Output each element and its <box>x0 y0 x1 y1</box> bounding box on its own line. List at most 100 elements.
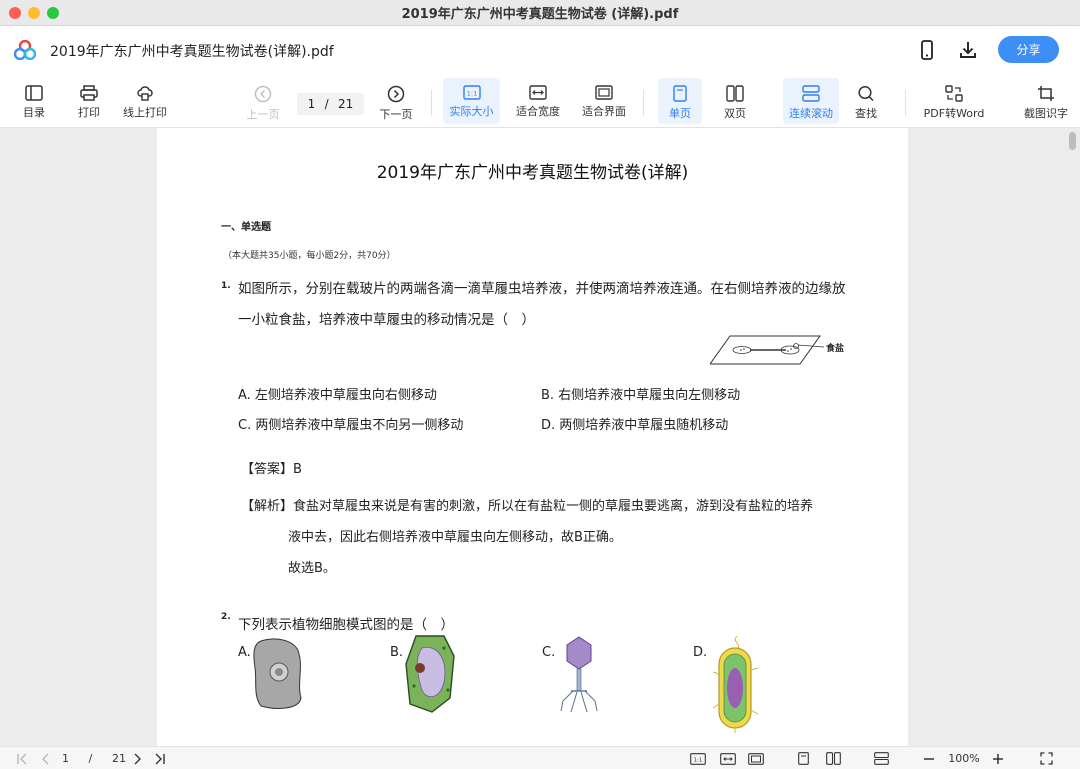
next-page-label: 下一页 <box>379 108 413 121</box>
question-2-text: 下列表示植物细胞模式图的是（ ） <box>238 617 454 633</box>
online-print-label: 线上打印 <box>123 106 167 119</box>
answer-value: B <box>293 462 302 477</box>
fit-window-icon <box>595 85 613 100</box>
last-page-icon <box>155 753 165 764</box>
next-page-small-button[interactable] <box>129 751 145 766</box>
convert-icon <box>945 85 963 102</box>
crop-icon <box>1038 86 1054 101</box>
actual-size-icon: 1:1 <box>690 752 706 765</box>
screenshot-ocr-button[interactable]: 截图识字 <box>1018 78 1074 124</box>
print-label: 打印 <box>78 106 100 119</box>
q2-label-d: D. <box>693 645 708 660</box>
zoom-window-button[interactable] <box>47 7 59 19</box>
single-page-icon <box>797 752 809 765</box>
fit-width-button[interactable]: 适合宽度 <box>512 78 564 124</box>
current-page: 1 <box>307 97 316 111</box>
option-c: C. 两侧培养液中草履虫不向另一侧移动 <box>238 418 464 433</box>
prev-page-label: 上一页 <box>246 108 280 121</box>
analysis-line-3: 故选B。 <box>288 561 336 576</box>
download-icon[interactable] <box>958 40 978 60</box>
minimize-window-button[interactable] <box>28 7 40 19</box>
fit-window-button[interactable]: 适合界面 <box>578 78 630 124</box>
double-page-button[interactable]: 双页 <box>714 78 756 124</box>
toc-button[interactable]: 目录 <box>14 78 54 124</box>
q2-label-a: A. <box>238 645 251 660</box>
prev-page-button[interactable]: 上一页 <box>243 78 283 124</box>
single-page-button[interactable]: 单页 <box>658 78 702 124</box>
status-double-page-button[interactable] <box>824 751 842 766</box>
single-page-icon <box>673 85 687 102</box>
actual-size-label: 实际大小 <box>449 105 494 118</box>
answer-tag: 【答案】 <box>241 462 294 477</box>
actual-size-button[interactable]: 1:1 实际大小 <box>443 78 500 124</box>
status-current-page: 1 <box>62 752 69 765</box>
status-single-page-button[interactable] <box>795 751 811 766</box>
plus-icon <box>993 753 1003 764</box>
printer-icon <box>80 85 98 101</box>
page-separator: / <box>324 97 329 111</box>
status-actual-size-button[interactable]: 1:1 <box>689 751 707 766</box>
status-bar: 1 / 21 1:1 100% <box>0 746 1080 769</box>
zoom-in-button[interactable] <box>990 751 1006 766</box>
continuous-scroll-label: 连续滚动 <box>789 107 833 120</box>
svg-text:1:1: 1:1 <box>694 757 703 763</box>
online-print-button[interactable]: 线上打印 <box>118 78 172 124</box>
pdf-page: 2019年广东广州中考真题生物试卷(详解) 一、单选题 （本大题共35小题，每小… <box>157 128 908 746</box>
toolbar-divider <box>905 90 906 116</box>
salt-label: 食盐 <box>826 344 845 354</box>
chevron-left-icon <box>42 753 49 764</box>
prev-page-small-button[interactable] <box>38 751 54 766</box>
search-icon <box>858 85 874 102</box>
page-number-input[interactable]: 1 / 21 <box>297 93 364 115</box>
fit-width-icon <box>529 85 547 100</box>
toc-label: 目录 <box>23 106 45 119</box>
app-header: 2019年广东广州中考真题生物试卷(详解).pdf 分享 <box>0 26 1080 74</box>
q2-label-b: B. <box>390 645 404 660</box>
continuous-scroll-button[interactable]: 连续滚动 <box>783 78 839 124</box>
question-number: 2. <box>221 612 231 622</box>
option-d: D. 两侧培养液中草履虫随机移动 <box>541 418 729 433</box>
zoom-level[interactable]: 100% <box>944 751 984 766</box>
document-name: 2019年广东广州中考真题生物试卷(详解).pdf <box>50 44 334 60</box>
svg-text:1:1: 1:1 <box>466 89 476 97</box>
search-button[interactable]: 查找 <box>846 78 886 124</box>
status-fit-window-button[interactable] <box>747 751 765 766</box>
window-titlebar: 2019年广东广州中考真题生物试卷 (详解).pdf <box>0 0 1080 26</box>
plant-cell-image <box>405 635 455 713</box>
zoom-out-button[interactable] <box>921 751 937 766</box>
window-controls <box>9 7 59 19</box>
slide-diagram <box>710 335 825 365</box>
bacterium-image <box>712 635 759 733</box>
answer-line: 【答案】B <box>241 458 302 477</box>
option-b: B. 右侧培养液中草履虫向左侧移动 <box>541 388 741 403</box>
window-title: 2019年广东广州中考真题生物试卷 (详解).pdf <box>401 7 679 22</box>
fit-window-icon <box>748 752 764 765</box>
double-page-icon <box>726 85 744 102</box>
animal-cell-image <box>253 638 302 709</box>
page-indicator[interactable]: 1 / 21 <box>62 751 126 766</box>
section-heading: 一、单选题 <box>221 222 271 233</box>
vertical-scrollbar-thumb[interactable] <box>1069 132 1076 150</box>
close-window-button[interactable] <box>9 7 21 19</box>
document-viewer[interactable]: 2019年广东广州中考真题生物试卷(详解) 一、单选题 （本大题共35小题，每小… <box>0 128 1080 746</box>
q2-label-c: C. <box>542 645 556 660</box>
last-page-button[interactable] <box>151 751 167 766</box>
first-page-button[interactable] <box>14 751 30 766</box>
double-page-label: 双页 <box>724 107 746 120</box>
fullscreen-button[interactable] <box>1038 751 1054 766</box>
print-button[interactable]: 打印 <box>70 78 108 124</box>
phone-icon[interactable] <box>918 40 936 60</box>
status-fit-width-button[interactable] <box>719 751 737 766</box>
toolbar-divider <box>431 90 432 116</box>
app-logo-icon <box>14 40 36 60</box>
analysis-line-2: 液中去，因此右侧培养液中草履虫向左侧移动，故B正确。 <box>288 530 622 545</box>
option-a: A. 左侧培养液中草履虫向右侧移动 <box>238 388 437 403</box>
pdf-to-word-label: PDF转Word <box>923 107 985 120</box>
pdf-to-word-button[interactable]: PDF转Word <box>919 78 989 124</box>
share-button[interactable]: 分享 <box>998 36 1059 63</box>
question-1-line-2: 一小粒食盐，培养液中草履虫的移动情况是（ ） <box>238 312 535 328</box>
next-page-button[interactable]: 下一页 <box>376 78 416 124</box>
continuous-scroll-icon <box>802 85 820 102</box>
screenshot-ocr-label: 截图识字 <box>1024 107 1068 120</box>
status-continuous-scroll-button[interactable] <box>872 751 890 766</box>
